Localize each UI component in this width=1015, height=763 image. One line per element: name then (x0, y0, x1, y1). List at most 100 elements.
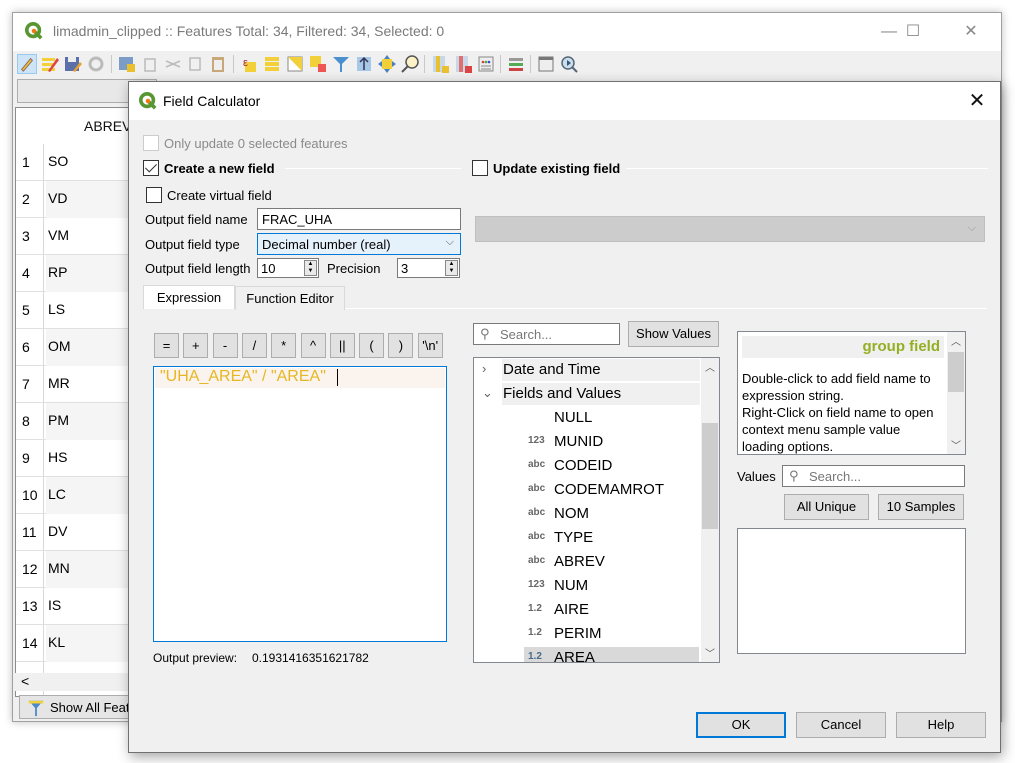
tree-item[interactable]: 123 NUM (474, 575, 702, 597)
table-row[interactable]: 10 LC (16, 477, 144, 514)
conditional-formatting-icon[interactable] (506, 54, 526, 74)
operator-power-button[interactable]: ^ (300, 333, 326, 358)
scroll-left-arrow-icon[interactable]: < (21, 673, 29, 689)
field-calculator-icon[interactable] (476, 54, 496, 74)
tree-item[interactable]: abc CODEID (474, 455, 702, 477)
table-row[interactable]: 11 DV (16, 514, 144, 551)
table-row[interactable]: 8 PM (16, 403, 144, 440)
operator-concat-button[interactable]: || (329, 333, 355, 358)
multi-edit-icon[interactable] (40, 54, 60, 74)
zoom-to-selection-icon[interactable] (400, 54, 420, 74)
reload-icon[interactable] (86, 54, 106, 74)
output-field-length-spinbox[interactable]: 10 ▲ ▼ (257, 258, 319, 278)
invert-selection-icon[interactable] (285, 54, 305, 74)
create-virtual-field-checkbox[interactable] (146, 187, 162, 203)
ok-button[interactable]: OK (696, 712, 786, 738)
deselect-all-icon[interactable] (308, 54, 328, 74)
table-row[interactable]: 7 MR (16, 366, 144, 403)
tree-group[interactable]: › Date and Time (474, 359, 702, 381)
precision-spinbox[interactable]: 3 ▲ ▼ (397, 258, 460, 278)
ten-samples-button[interactable]: 10 Samples (878, 494, 964, 520)
table-row[interactable]: 1 SO (16, 144, 144, 181)
dock-table-icon[interactable] (536, 54, 556, 74)
tree-item[interactable]: abc NOM (474, 503, 702, 525)
table-row[interactable]: 13 IS (16, 588, 144, 625)
new-field-icon[interactable] (430, 54, 450, 74)
tree-item[interactable]: abc CODEMAMROT (474, 479, 702, 501)
table-row[interactable]: 14 KL (16, 625, 144, 662)
add-feature-icon[interactable] (117, 54, 137, 74)
table-row[interactable]: 2 VD (16, 181, 144, 218)
output-field-type-select[interactable]: Decimal number (real) ⌵ (257, 233, 461, 255)
tab-expression[interactable]: Expression (143, 285, 235, 309)
operator-plus-button[interactable]: + (183, 333, 209, 358)
tree-item[interactable]: 1.2 PERIM (474, 623, 702, 645)
delete-feature-icon[interactable] (140, 54, 160, 74)
scrollbar-thumb[interactable] (702, 423, 718, 529)
table-row[interactable]: 12 MN (16, 551, 144, 588)
select-by-expression-icon[interactable]: ε (239, 54, 259, 74)
tree-item[interactable]: NULL (474, 407, 702, 429)
operator-minus-button[interactable]: - (212, 333, 238, 358)
scroll-down-arrow-icon[interactable]: ﹀ (701, 645, 719, 661)
tree-item[interactable]: abc ABREV (474, 551, 702, 573)
help-vertical-scrollbar[interactable]: ︿ ﹀ (947, 332, 965, 454)
copy-icon[interactable] (185, 54, 205, 74)
operator-open-paren-button[interactable]: ( (359, 333, 385, 358)
paste-icon[interactable] (208, 54, 228, 74)
operator-newline-button[interactable]: '\n' (417, 333, 443, 358)
actions-icon[interactable] (559, 54, 579, 74)
tree-item[interactable]: abc TYPE (474, 527, 702, 549)
existing-field-combobox[interactable]: ⌵ (475, 216, 985, 242)
tree-vertical-scrollbar[interactable]: ︿ ﹀ (701, 358, 719, 662)
scroll-down-arrow-icon[interactable]: ﹀ (947, 437, 965, 453)
expression-editor[interactable]: "UHA_AREA" / "AREA" (153, 366, 447, 642)
dialog-close-button[interactable]: ✕ (962, 88, 992, 114)
table-row[interactable]: 9 HS (16, 440, 144, 477)
scroll-up-arrow-icon[interactable]: ︿ (701, 359, 719, 375)
toggle-editing-icon[interactable] (17, 54, 37, 74)
chevron-down-icon[interactable]: ⌄ (482, 385, 493, 401)
operator-divide-button[interactable]: / (241, 333, 267, 358)
scroll-up-arrow-icon[interactable]: ︿ (947, 333, 965, 349)
operator-multiply-button[interactable]: * (271, 333, 297, 358)
values-list[interactable] (737, 528, 966, 654)
cut-icon[interactable] (163, 54, 183, 74)
scrollbar-thumb[interactable] (948, 352, 964, 392)
delete-field-icon[interactable] (453, 54, 473, 74)
table-row[interactable]: 6 OM (16, 329, 144, 366)
operator-close-paren-button[interactable]: ) (388, 333, 414, 358)
spin-arrows-icon[interactable]: ▲ ▼ (445, 260, 458, 276)
tree-item-label: CODEMAMROT (554, 481, 664, 498)
tree-item[interactable]: 123 MUNID (474, 431, 702, 453)
operator-equals-button[interactable]: = (154, 333, 179, 358)
table-row[interactable]: 3 VM (16, 218, 144, 255)
window-close-button[interactable]: ✕ (948, 19, 994, 45)
tree-group[interactable]: ⌄ Fields and Values (474, 383, 702, 405)
save-edits-icon[interactable] (63, 54, 83, 74)
pan-to-selection-icon[interactable] (377, 54, 397, 74)
tree-item[interactable]: 1.2 AIRE (474, 599, 702, 621)
tab-function-editor[interactable]: Function Editor (235, 286, 345, 310)
all-unique-button[interactable]: All Unique (784, 494, 869, 520)
table-row[interactable]: 5 LS (16, 292, 144, 329)
create-new-field-checkbox[interactable] (143, 160, 159, 176)
function-search-input[interactable]: ⚲ Search... (473, 323, 620, 345)
column-header-abrev[interactable]: ABREV (16, 108, 144, 144)
filter-select-icon[interactable] (331, 54, 351, 74)
maximize-button[interactable]: ☐ (890, 19, 936, 45)
table-row[interactable]: 4 RP (16, 255, 144, 292)
values-search-input[interactable]: ⚲ Search... (782, 465, 965, 487)
chevron-right-icon[interactable]: › (482, 361, 486, 376)
help-button[interactable]: Help (896, 712, 986, 738)
horizontal-scrollbar[interactable]: < (15, 673, 145, 691)
cancel-button[interactable]: Cancel (796, 712, 886, 738)
tree-item[interactable]: 1.2 AREA (474, 647, 702, 662)
show-values-button[interactable]: Show Values (628, 321, 719, 347)
select-all-icon[interactable] (262, 54, 282, 74)
only-update-selected-checkbox[interactable] (143, 135, 159, 151)
output-field-name-input[interactable]: FRAC_UHA (257, 208, 461, 230)
spin-arrows-icon[interactable]: ▲ ▼ (304, 260, 317, 276)
move-selection-to-top-icon[interactable] (354, 54, 374, 74)
update-existing-field-checkbox[interactable] (472, 160, 488, 176)
